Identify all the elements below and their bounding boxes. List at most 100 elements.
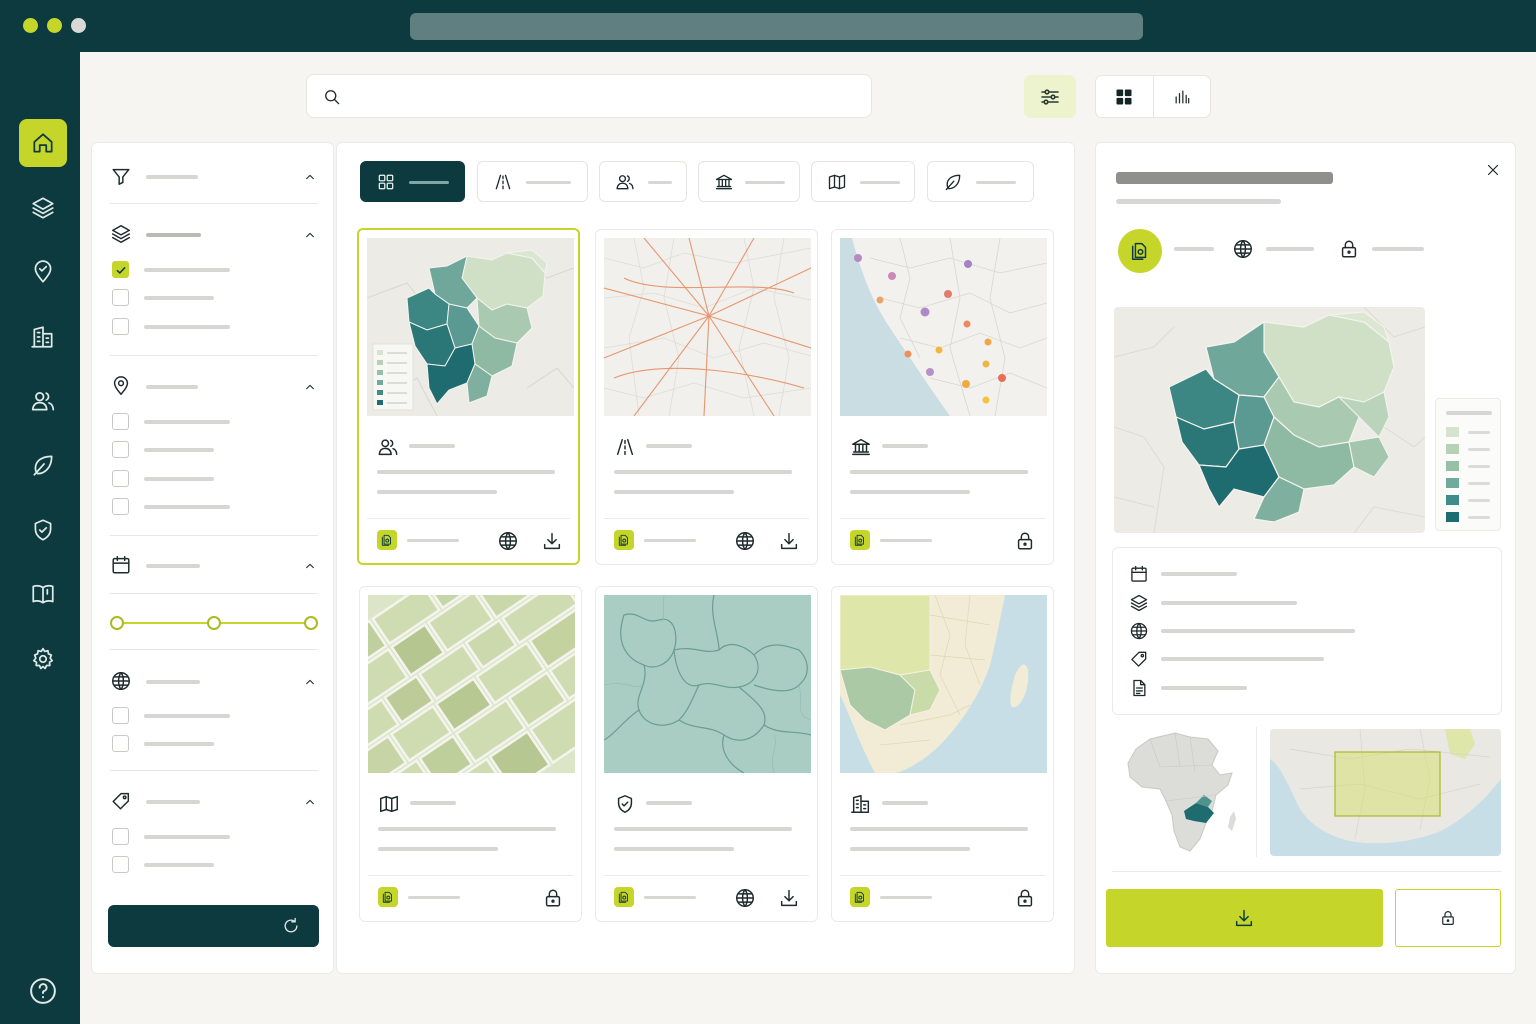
checkbox[interactable] [112,289,129,306]
reset-filters-button[interactable] [108,905,319,947]
layers-icon [110,223,132,245]
sidebar-item-buildings[interactable] [19,313,67,361]
slider-handle-middle[interactable] [207,616,221,630]
checkbox[interactable] [112,856,129,873]
globe-icon[interactable] [734,530,756,552]
divider [604,875,809,876]
dataset-description [614,827,792,831]
filter-option[interactable] [112,498,312,516]
download-icon [1233,907,1255,929]
checkbox[interactable] [112,413,129,430]
checkbox[interactable] [112,735,129,752]
filter-section-location[interactable] [110,375,318,399]
window-close-dot[interactable] [71,18,86,33]
sidebar-item-settings[interactable] [19,635,67,683]
sidebar-item-environment[interactable] [19,441,67,489]
continent-locator-map [1120,727,1250,857]
chart-view-button[interactable] [1152,76,1211,117]
filter-section-region[interactable] [110,670,318,694]
globe-icon[interactable] [734,887,756,909]
category-chip-institutions[interactable] [698,161,800,202]
filter-option[interactable] [112,856,312,874]
checkbox[interactable] [112,470,129,487]
leaf-icon [943,172,963,192]
slider-handle-end[interactable] [304,616,318,630]
dataset-description [850,847,970,851]
dataset-card[interactable] [831,229,1054,565]
divider [110,355,318,356]
category-chip-maps[interactable] [811,161,915,202]
lock-icon[interactable] [1014,887,1036,909]
dataset-card[interactable] [595,586,818,922]
checkbox[interactable] [112,441,129,458]
url-bar[interactable] [410,13,1143,40]
help-button[interactable] [28,976,58,1006]
filter-option[interactable] [112,707,312,725]
filter-option[interactable] [112,289,312,307]
date-range-slider[interactable] [110,611,318,635]
checkbox[interactable] [112,707,129,724]
divider [367,518,570,519]
globe-icon [110,670,132,692]
filter-option[interactable] [112,441,312,459]
category-chip-label [976,181,1016,184]
download-icon[interactable] [778,887,800,909]
sliders-icon [1038,85,1062,109]
metadata-value [1161,686,1247,690]
sidebar-item-home[interactable] [19,119,67,167]
download-icon[interactable] [541,530,563,552]
sidebar-item-catalog[interactable] [19,570,67,618]
grid-view-button[interactable] [1096,76,1153,117]
category-chip-roads[interactable] [477,161,588,202]
lock-icon[interactable] [1014,530,1036,552]
category-chip-label [648,181,672,184]
filter-section-tags[interactable] [110,790,318,814]
filter-option[interactable] [112,735,312,753]
checkbox[interactable] [112,498,129,515]
filter-option[interactable] [112,318,312,336]
filter-option[interactable] [112,828,312,846]
chevron-up-icon[interactable] [302,794,318,810]
filter-option[interactable] [112,413,312,431]
map-icon [378,793,400,815]
search-input[interactable] [353,83,853,111]
chevron-up-icon[interactable] [302,379,318,395]
filter-settings-button[interactable] [1024,75,1076,118]
filter-section-date[interactable] [110,554,318,578]
chevron-up-icon[interactable] [302,169,318,185]
map-pin-icon [30,259,56,285]
search-bar[interactable] [306,74,872,118]
globe-icon[interactable] [497,530,519,552]
detail-map-preview[interactable] [1114,307,1425,533]
filter-section-layers[interactable] [110,223,318,247]
filter-option[interactable] [112,470,312,488]
chevron-up-icon[interactable] [302,227,318,243]
filter-option[interactable] [112,261,312,279]
sidebar-item-security[interactable] [19,506,67,554]
chevron-up-icon[interactable] [302,674,318,690]
filter-section-general[interactable] [110,165,318,189]
category-chip-population[interactable] [599,161,687,202]
sidebar-item-users[interactable] [19,377,67,425]
slider-handle-start[interactable] [110,616,124,630]
dataset-card[interactable] [831,586,1054,922]
category-chip-environment[interactable] [927,161,1034,202]
sidebar-item-layers[interactable] [19,184,67,232]
dataset-card[interactable] [359,586,582,922]
category-chip-all[interactable] [360,161,465,202]
checkbox-checked[interactable] [112,261,129,278]
checkbox[interactable] [112,318,129,335]
download-button[interactable] [1106,889,1383,947]
sidebar-item-location[interactable] [19,248,67,296]
dataset-card[interactable] [595,229,818,565]
chevron-up-icon[interactable] [302,558,318,574]
request-access-button[interactable] [1395,889,1501,947]
checkbox[interactable] [112,828,129,845]
format-label [407,539,459,542]
download-icon[interactable] [778,530,800,552]
window-maximize-dot[interactable] [47,18,62,33]
window-minimize-dot[interactable] [23,18,38,33]
lock-icon[interactable] [542,887,564,909]
close-icon[interactable] [1484,161,1502,179]
dataset-card[interactable] [357,228,580,565]
